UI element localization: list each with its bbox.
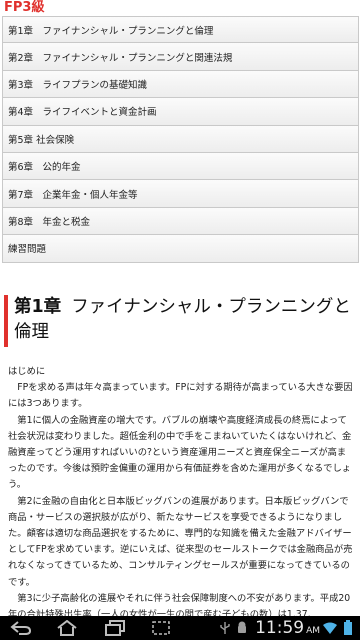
android-debug-icon <box>238 621 246 633</box>
toc-item-chapter-8[interactable]: 第8章 年金と税金 <box>2 207 359 236</box>
toc-item-chapter-6[interactable]: 第6章 公的年金 <box>2 152 359 181</box>
toc-item-chapter-1[interactable]: 第1章 ファイナンシャル・プランニングと倫理 <box>2 16 359 44</box>
clock-time: 11:59 <box>255 618 305 638</box>
wifi-status <box>322 616 338 640</box>
article-paragraph: 第1に個人の金融資産の増大です。バブルの崩壊や高度経済成長の終焉によって社会状況… <box>8 414 352 491</box>
screenshot-icon <box>152 621 170 635</box>
battery-status <box>340 616 356 640</box>
system-bar: 11:59 AM <box>0 616 360 640</box>
toc-list: 第1章 ファイナンシャル・プランニングと倫理 第2章 ファイナンシャル・プランニ… <box>0 16 360 263</box>
back-icon <box>10 621 32 635</box>
back-button[interactable] <box>6 616 36 640</box>
article-body: はじめに FPを求める声は年々高まっています。FPに対する期待が高まっている大き… <box>8 364 354 623</box>
toc-item-chapter-3[interactable]: 第3章 ライフプランの基礎知識 <box>2 70 359 99</box>
article-paragraph: FPを求める声は年々高まっています。FPに対する期待が高まっている大きな要因には… <box>8 382 353 410</box>
home-icon <box>57 620 77 636</box>
article-paragraph: 第2に金融の自由化と日本版ビッグバンの進展があります。日本版ビッグバンで商品・サ… <box>8 495 353 588</box>
home-button[interactable] <box>52 616 82 640</box>
chapter-title: ファイナンシャル・プランニングと倫理 <box>14 297 351 342</box>
toc-item-chapter-5[interactable]: 第5章 社会保険 <box>2 125 359 153</box>
app-title: FP3級 <box>4 0 45 15</box>
toc-item-practice[interactable]: 練習問題 <box>2 235 359 263</box>
recent-apps-icon <box>105 620 125 636</box>
wifi-icon <box>323 622 337 634</box>
chapter-heading: 第1章 ファイナンシャル・プランニングと倫理 <box>4 295 356 347</box>
debug-status <box>234 616 250 640</box>
usb-icon <box>220 622 230 634</box>
toc-item-chapter-2[interactable]: 第2章 ファイナンシャル・プランニングと関連法規 <box>2 43 359 71</box>
chapter-number: 第1章 <box>14 297 62 317</box>
toc-item-chapter-7[interactable]: 第7章 企業年金・個人年金等 <box>2 180 359 208</box>
article-heading: はじめに <box>8 366 46 377</box>
clock: 11:59 AM <box>255 616 320 640</box>
usb-status <box>218 616 232 640</box>
battery-icon <box>344 620 352 635</box>
toc-item-chapter-4[interactable]: 第4章 ライフイベントと資金計画 <box>2 98 359 126</box>
screenshot-button[interactable] <box>146 616 176 640</box>
clock-ampm: AM <box>306 626 320 636</box>
recent-apps-button[interactable] <box>100 616 130 640</box>
